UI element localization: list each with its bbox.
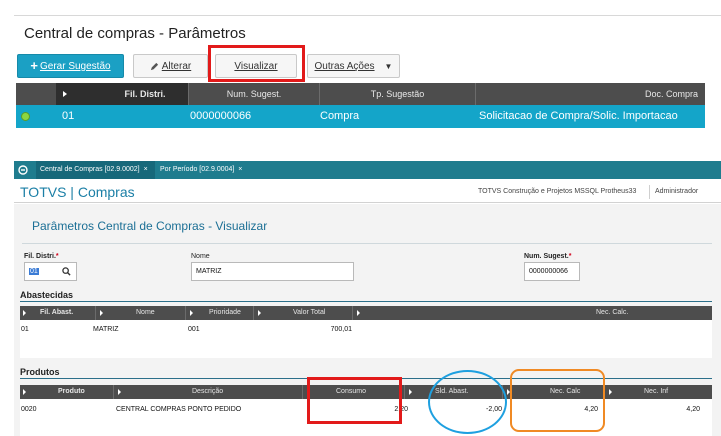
tab-central-compras-label: Central de Compras [02.9.0002] [40,166,140,173]
cell-tp: Compra [320,110,360,122]
search-icon[interactable] [62,267,71,276]
cell-fil: 01 [62,110,75,122]
environment-label: TOTVS Construção e Projetos MSSQL Prothe… [478,188,637,195]
col-fil-distri[interactable]: Fil. Distri. [102,83,188,105]
col-prioridade[interactable]: Prioridade [209,306,241,320]
suggestion-grid-header: Fil. Distri. Num. Sugest. Tp. Sugestão D… [16,83,705,105]
num-sugest-field[interactable]: 0000000066 [524,262,580,281]
annotation-red-consumo [307,377,402,424]
col-nec-inf[interactable]: Nec. Inf [644,385,668,399]
app-header: TOTVS | Compras TOTVS Construção e Proje… [14,181,721,203]
pencil-icon [150,62,158,70]
col-nec-calc[interactable]: Nec. Calc. [596,306,628,320]
cell-fil-abast: 01 [21,326,29,333]
cell-nec-inf: 4,20 [686,406,700,413]
nome-label: Nome [191,253,210,260]
num-sugest-label: Num. Sugest.* [524,253,572,260]
outras-acoes-button[interactable]: Outras Ações ▼ [307,54,400,78]
table-row[interactable]: 01 MATRIZ 001 700,01 [20,326,712,338]
col-num-sugest[interactable]: Num. Sugest. [189,83,319,105]
col-fil-abast[interactable]: Fil. Abast. [40,306,73,320]
cell-valor-total: 700,01 [330,326,352,333]
col-produto[interactable]: Produto [58,385,85,399]
gerar-sugestao-button[interactable]: + Gerar Sugestão [17,54,124,78]
produtos-title: Produtos [20,367,60,377]
col-tp-sugestao[interactable]: Tp. Sugestão [320,83,475,105]
cell-produto: 0020 [21,406,37,413]
status-dot-icon [21,112,30,121]
top-divider [14,15,721,16]
alterar-label: Alterar [161,60,192,72]
annotation-red-visualizar [208,45,305,82]
cell-nome: MATRIZ [93,326,119,333]
tab-por-periodo[interactable]: Por Período [02.9.0004] × [156,161,256,179]
user-label[interactable]: Administrador [655,188,698,195]
cell-prioridade: 001 [188,326,200,333]
close-icon[interactable]: × [144,166,148,173]
gerar-sugestao-label: Gerar Sugestão [39,60,111,72]
annotation-orange-nec-calc [510,369,605,432]
alterar-button[interactable]: Alterar [133,54,208,78]
cell-num: 0000000066 [190,110,252,122]
cell-descricao: CENTRAL COMPRAS PONTO PEDIDO [116,406,242,413]
plus-icon: + [30,58,38,73]
col-descricao[interactable]: Descrição [192,385,223,399]
tab-por-periodo-label: Por Período [02.9.0004] [160,166,235,173]
col-valor-total[interactable]: Valor Total [293,306,325,320]
annotation-blue-sld-abast [428,370,507,434]
nome-field[interactable]: MATRIZ [191,262,354,281]
sort-arrow-icon [63,91,67,97]
page-title: Central de compras - Parâmetros [24,25,246,42]
caret-down-icon: ▼ [384,61,393,71]
abastecidas-title: Abastecidas [20,290,74,300]
col-nome[interactable]: Nome [136,306,155,320]
fil-distri-label: Fil. Distri.* [24,253,59,260]
fil-distri-field[interactable]: 01 [24,262,77,281]
totvs-logo-icon [18,165,28,175]
cell-doc: Solicitacao de Compra/Solic. Importacao [479,110,678,122]
table-row[interactable]: 01 0000000066 Compra Solicitacao de Comp… [16,105,705,128]
abastecidas-grid-body: 01 MATRIZ 001 700,01 [20,320,712,358]
form-heading: Parâmetros Central de Compras - Visualiz… [32,219,268,233]
outras-acoes-label: Outras Ações [314,60,375,72]
tab-central-compras[interactable]: Central de Compras [02.9.0002] × [36,161,155,179]
close-icon[interactable]: × [238,166,242,173]
col-doc-compra[interactable]: Doc. Compra [476,83,698,105]
app-brand-title: TOTVS | Compras [20,184,135,200]
tab-bar: Central de Compras [02.9.0002] × Por Per… [14,161,721,179]
fil-distri-value: 01 [29,268,39,275]
abastecidas-grid-header: Fil. Abast. Nome Prioridade Valor Total … [20,306,712,320]
